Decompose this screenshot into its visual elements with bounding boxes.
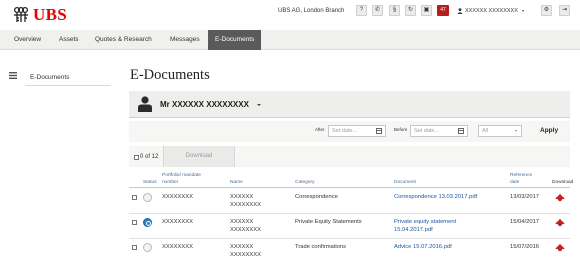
print-button[interactable]: ▣	[421, 5, 432, 16]
row-checkbox[interactable]	[132, 195, 137, 200]
header-portfolio-line2[interactable]: number	[162, 180, 178, 186]
row-checkbox[interactable]	[132, 220, 137, 225]
user-menu-label: XXXXXX XXXXXXXX	[465, 8, 518, 14]
status-read-icon	[143, 193, 152, 202]
document-link-line2[interactable]: 15.04.2017.pdf	[394, 227, 433, 234]
person-icon	[138, 96, 152, 112]
refresh-icon: ↻	[407, 7, 414, 13]
phone-button[interactable]: ✆	[372, 5, 383, 16]
reference-date: 15/04/2017	[510, 219, 540, 225]
pdf-download-icon[interactable]	[555, 218, 565, 227]
document-link[interactable]: Correspondence 13.03.2017.pdf	[394, 194, 477, 201]
chevron-down-icon	[257, 104, 261, 106]
divider	[129, 187, 570, 188]
after-label: After	[315, 127, 325, 132]
selection-count-text: 0 of 12	[140, 154, 159, 160]
legal-button[interactable]: §	[389, 5, 400, 16]
tab-quotes-research[interactable]: Quotes & Research	[95, 30, 152, 50]
apply-button[interactable]: Apply	[540, 127, 558, 134]
user-menu[interactable]: XXXXXX XXXXXXXX	[457, 8, 524, 14]
reference-date: 13/03/2017	[510, 194, 540, 200]
type-select-value: All	[482, 128, 489, 134]
selection-count: 0 of 12	[134, 154, 158, 160]
before-date-placeholder: Set date...	[414, 128, 440, 134]
help-icon: ?	[359, 7, 364, 13]
portfolio-number: XXXXXXXX	[162, 219, 193, 225]
tab-e-documents[interactable]: E-Documents	[208, 30, 262, 50]
pdf-download-icon[interactable]	[555, 193, 565, 202]
account-name: Mr XXXXXX XXXXXXXX	[160, 100, 249, 109]
portfolio-number: XXXXXXXX	[162, 244, 193, 250]
mail-count-badge[interactable]: 47	[437, 5, 449, 16]
list-toolbar: 0 of 12 Download	[129, 146, 570, 167]
after-date-placeholder: Set date...	[332, 128, 358, 134]
document-link[interactable]: Advice 15.07.2016.pdf	[394, 244, 452, 251]
header-status[interactable]: Status	[143, 180, 157, 186]
tab-overview[interactable]: Overview	[14, 30, 41, 50]
help-button[interactable]: ?	[356, 5, 367, 16]
page-title: E-Documents	[130, 67, 210, 83]
chevron-down-icon	[521, 10, 524, 12]
client-name: XXXXXX	[230, 219, 254, 225]
logout-button[interactable]: ⇥	[559, 5, 570, 16]
branch-label: UBS AG, London Branch	[278, 8, 345, 14]
document-list-icon	[9, 72, 17, 79]
category: Private Equity Statements	[295, 219, 362, 225]
header-reference-date[interactable]: Reference	[510, 173, 532, 179]
category: Trade confirmations	[295, 244, 347, 250]
user-icon	[457, 8, 463, 14]
chevron-down-icon	[515, 130, 517, 132]
tab-messages[interactable]: Messages	[170, 30, 200, 50]
settings-button[interactable]: ⚙	[541, 5, 552, 16]
client-name: XXXXXX	[230, 194, 254, 200]
table-row[interactable]: XXXXXXXX XXXXXX XXXXXXXX Private Equity …	[129, 215, 570, 239]
phone-icon: ✆	[374, 7, 381, 13]
after-date-input[interactable]: Set date...	[328, 125, 386, 137]
logo-text: UBS	[33, 5, 67, 24]
client-name: XXXXXX	[230, 244, 254, 250]
status-new-icon	[143, 218, 152, 227]
account-selector[interactable]: Mr XXXXXX XXXXXXXX	[129, 91, 570, 118]
section-icon: §	[392, 7, 397, 13]
refresh-button[interactable]: ↻	[405, 5, 416, 16]
sidebar-item-e-documents[interactable]: E-Documents	[25, 69, 111, 86]
calendar-icon[interactable]	[376, 128, 382, 134]
tab-assets[interactable]: Assets	[59, 30, 79, 50]
ubs-logo[interactable]: UBS	[12, 5, 67, 25]
header-name[interactable]: Name	[230, 180, 243, 186]
category: Correspondence	[295, 194, 338, 200]
top-bar: UBS UBS AG, London Branch ? ✆ § ↻ ▣ 47 X…	[0, 0, 580, 28]
portfolio-number: XXXXXXXX	[162, 194, 193, 200]
calendar-icon[interactable]	[458, 128, 464, 134]
filter-bar: After Set date... Before Set date... All…	[129, 121, 570, 142]
logout-icon: ⇥	[561, 7, 568, 13]
header-download: Download	[552, 180, 574, 185]
before-label: Before	[394, 127, 408, 132]
select-all-checkbox[interactable]	[134, 154, 139, 160]
print-icon: ▣	[423, 7, 430, 13]
type-select[interactable]: All	[478, 125, 522, 137]
document-link[interactable]: Private equity statement	[394, 219, 456, 226]
ubs-keys-logo-icon	[13, 6, 29, 22]
table-row[interactable]: XXXXXXXX XXXXXX XXXXXXXX Correspondence …	[129, 190, 570, 214]
row-checkbox[interactable]	[132, 245, 137, 250]
status-read-icon	[143, 243, 152, 252]
header-document[interactable]: Document	[394, 180, 416, 186]
header-portfolio[interactable]: Portfolio/ mandate	[162, 173, 201, 179]
main-nav: Overview Assets Quotes & Research Messag…	[0, 30, 580, 50]
reference-date: 15/07/2016	[510, 244, 540, 250]
client-name-line2: XXXXXXXX	[230, 227, 261, 233]
download-button[interactable]: Download	[163, 146, 235, 167]
client-name-line2: XXXXXXXX	[230, 202, 261, 208]
client-name-line2: XXXXXXXX	[230, 252, 261, 258]
table-row[interactable]: XXXXXXXX XXXXXX XXXXXXXX Trade confirmat…	[129, 240, 570, 264]
pdf-download-icon[interactable]	[555, 243, 565, 252]
header-reference-date-line2[interactable]: date	[510, 180, 519, 186]
header-category[interactable]: Category	[295, 180, 314, 186]
gear-icon: ⚙	[543, 7, 550, 13]
before-date-input[interactable]: Set date...	[410, 125, 468, 137]
